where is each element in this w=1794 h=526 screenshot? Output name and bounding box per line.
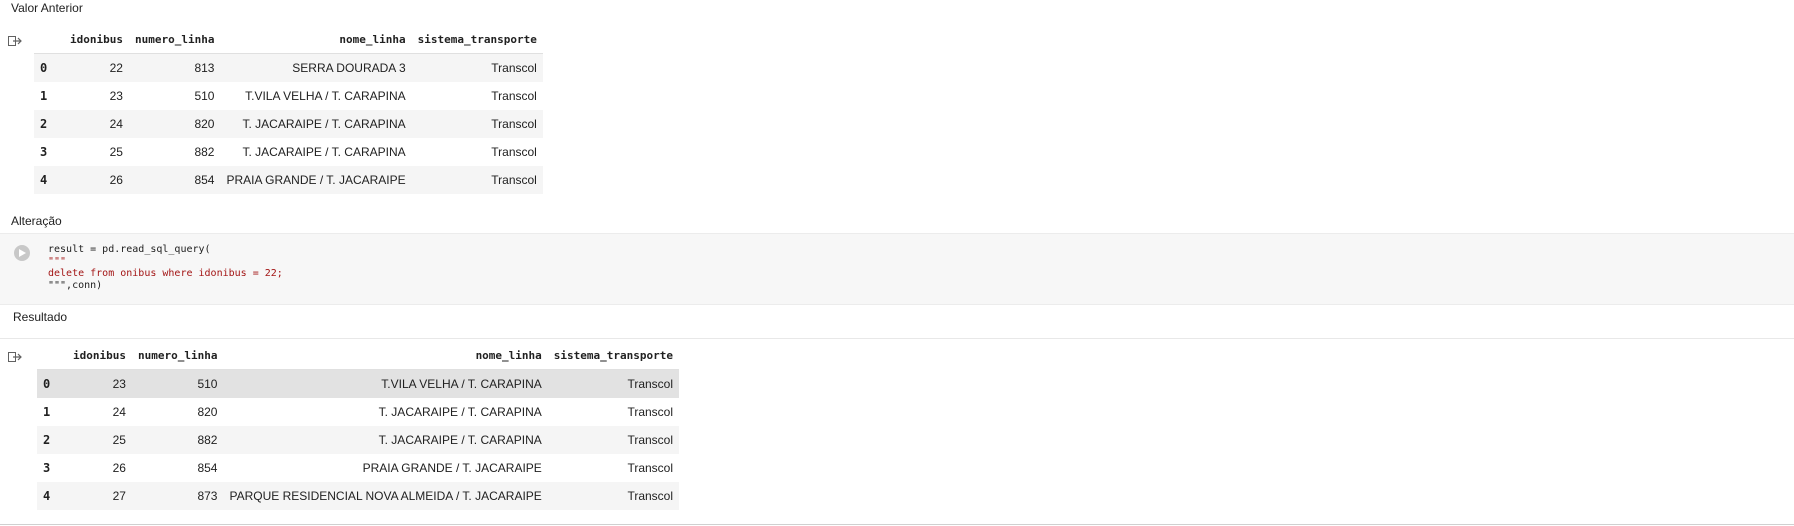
cell-nome-linha: T. JACARAIPE / T. CARAPINA [378,433,542,447]
row-index: 0 [43,377,51,391]
output-redirect-icon [8,352,22,362]
cell-numero-linha: 882 [194,145,215,159]
table-header-row: idonibus numero_linha nome_linha sistema… [34,26,543,54]
cell-numero-linha: 820 [197,405,218,419]
table-row: 0 23 510 T.VILA VELHA / T. CARAPINA Tran… [37,369,680,398]
result-dataframe-table: idonibus numero_linha nome_linha sistema… [37,342,680,510]
row-index: 4 [40,173,48,187]
code-cell[interactable]: result = pd.read_sql_query( """ delete f… [0,233,1794,305]
table-row: 3 25 882 T. JACARAIPE / T. CARAPINA Tran… [34,138,543,166]
table-row: 4 26 854 PRAIA GRANDE / T. JACARAIPE Tra… [34,166,543,194]
cell-nome-linha: PARQUE RESIDENCIAL NOVA ALMEIDA / T. JAC… [229,489,542,503]
cell-sistema-transporte: Transcol [491,61,537,75]
code-line: delete from onibus where idonibus = 22; [48,268,283,279]
cell-numero-linha: 813 [194,61,215,75]
column-header: idonibus [67,342,132,370]
cell-idonibus: 26 [112,461,126,475]
column-header: numero_linha [128,26,221,54]
cell-sistema-transporte: Transcol [627,433,674,447]
cell-idonibus: 26 [109,173,123,187]
cell-sistema-transporte: Transcol [491,173,537,187]
cell-nome-linha: T. JACARAIPE / T. CARAPINA [378,405,542,419]
cell-idonibus: 24 [112,405,126,419]
before-dataframe-table: idonibus numero_linha nome_linha sistema… [34,26,543,194]
cell-nome-linha: PRAIA GRANDE / T. JACARAIPE [362,461,542,475]
row-index: 3 [40,145,48,159]
result-section-label: Resultado [13,310,68,324]
column-header [34,26,64,54]
table-row: 1 24 820 T. JACARAIPE / T. CARAPINA Tran… [37,398,679,426]
output-redirect-icon [8,36,22,46]
cell-idonibus: 25 [112,433,126,447]
cell-idonibus: 25 [109,145,123,159]
column-header: numero_linha [131,342,224,370]
play-icon [19,249,26,257]
cell-numero-linha: 854 [197,461,218,475]
column-header: idonibus [64,26,129,54]
divider [0,524,1794,525]
table-row: 3 26 854 PRAIA GRANDE / T. JACARAIPE Tra… [37,454,679,482]
table-row: 2 24 820 T. JACARAIPE / T. CARAPINA Tran… [34,110,543,138]
change-section-label: Alteração [11,214,62,228]
row-index: 2 [40,117,48,131]
cell-nome-linha: PRAIA GRANDE / T. JACARAIPE [226,173,406,187]
cell-sistema-transporte: Transcol [491,145,537,159]
cell-sistema-transporte: Transcol [627,377,674,391]
cell-numero-linha: 820 [194,117,215,131]
table-row: 1 23 510 T.VILA VELHA / T. CARAPINA Tran… [34,82,543,110]
table-header-row: idonibus numero_linha nome_linha sistema… [37,342,680,370]
table-row: 4 27 873 PARQUE RESIDENCIAL NOVA ALMEIDA… [37,482,680,510]
code-editor[interactable]: result = pd.read_sql_query( """ delete f… [48,244,283,292]
row-index: 1 [43,405,51,419]
before-section-label: Valor Anterior [11,1,83,15]
cell-nome-linha: T. JACARAIPE / T. CARAPINA [242,145,406,159]
row-index: 3 [43,461,51,475]
cell-sistema-transporte: Transcol [491,117,537,131]
cell-idonibus: 27 [112,489,126,503]
cell-sistema-transporte: Transcol [627,489,674,503]
cell-numero-linha: 510 [194,89,215,103]
row-index: 4 [43,489,51,503]
cell-sistema-transporte: Transcol [627,405,674,419]
column-header [37,342,67,370]
cell-numero-linha: 854 [194,173,215,187]
cell-nome-linha: T.VILA VELHA / T. CARAPINA [381,377,542,391]
row-index: 0 [40,61,48,75]
cell-nome-linha: T.VILA VELHA / T. CARAPINA [245,89,406,103]
cell-numero-linha: 510 [197,377,218,391]
row-index: 2 [43,433,51,447]
cell-numero-linha: 882 [197,433,218,447]
cell-idonibus: 23 [112,377,126,391]
code-line: """,conn) [48,280,103,291]
cell-sistema-transporte: Transcol [491,89,537,103]
cell-sistema-transporte: Transcol [627,461,674,475]
code-line: result = pd.read_sql_query( [48,244,211,255]
cell-idonibus: 24 [109,117,123,131]
run-cell-button[interactable] [14,245,30,261]
column-header: nome_linha [223,342,548,370]
column-header: nome_linha [220,26,412,54]
table-row: 2 25 882 T. JACARAIPE / T. CARAPINA Tran… [37,426,680,454]
cell-idonibus: 22 [109,61,123,75]
column-header: sistema_transporte [411,26,543,54]
table-row: 0 22 813 SERRA DOURADA 3 Transcol [34,53,543,82]
cell-nome-linha: T. JACARAIPE / T. CARAPINA [242,117,406,131]
cell-nome-linha: SERRA DOURADA 3 [292,61,406,75]
cell-idonibus: 23 [109,89,123,103]
code-line: """ [48,256,67,267]
row-index: 1 [40,89,48,103]
divider [0,338,1794,339]
cell-numero-linha: 873 [197,489,218,503]
column-header: sistema_transporte [547,342,680,370]
